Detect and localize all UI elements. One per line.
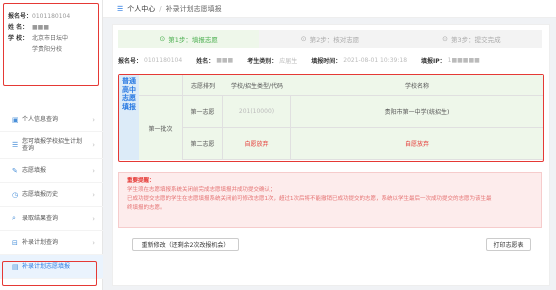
chevron-right-icon: › — [92, 115, 95, 124]
step-3: ⊙ 第3步：提交完成 — [400, 30, 542, 48]
notice-title: 重要提醒： — [127, 178, 155, 184]
step-label: 第2步：核对志愿 — [309, 36, 360, 44]
info-ip-value: 1■■■■■ — [447, 57, 480, 64]
sidebar-item-supplement-plan[interactable]: ⊟ 补录计划查询 › — [0, 231, 103, 255]
chevron-right-icon: › — [92, 141, 95, 149]
row-code: 201(10000) — [223, 96, 291, 127]
chevron-right-icon: › — [92, 214, 95, 223]
info-type-value: 应届生 — [279, 58, 298, 65]
user-card-icon: ▣ — [12, 115, 19, 124]
header-order: 志愿排列 — [190, 82, 215, 90]
name-value: ■■■ — [32, 24, 50, 31]
sidebar-item-label: 您可填报学校招生计划查询 — [22, 138, 83, 152]
sidebar-item-history[interactable]: ◷ 志愿填报历史 › — [0, 183, 103, 207]
application-table: 普通高中志愿填报 第一批次 志愿排列 学校/招生类型/代码 学校名称 第一志愿 … — [118, 74, 544, 162]
sidebar-item-plan-query[interactable]: ☰ 您可填报学校招生计划查询 › — [0, 132, 103, 159]
info-exam-no-value: 0101180104 — [144, 57, 183, 64]
notice-line: 已成功提交志愿的学生在志愿填报系统关闭前可修改志愿1次，超过1次后将不能撤销已成… — [127, 196, 492, 202]
table-row: 第一志愿 201(10000) 贵阳市第一中学(统招生) — [183, 96, 543, 128]
plan-icon: ⊟ — [12, 238, 18, 247]
row-order: 第一志愿 — [183, 96, 223, 127]
sidebar-menu: ▣ 个人信息查询 › ☰ 您可填报学校招生计划查询 › ✎ 志愿填报 › ◷ 志… — [0, 108, 103, 279]
history-icon: ◷ — [12, 190, 19, 199]
name-label: 姓 名： — [8, 24, 29, 31]
list-icon: ☰ — [12, 141, 19, 149]
table-vertical-label: 普通高中志愿填报 — [119, 75, 139, 160]
row-code: 自愿放弃 — [223, 128, 291, 159]
sidebar-item-personal-info[interactable]: ▣ 个人信息查询 › — [0, 108, 103, 132]
sidebar-item-label: 志愿填报 — [22, 167, 47, 174]
table-row: 第二志愿 自愿放弃 自愿放弃 — [183, 128, 543, 160]
info-time-label: 填报时间： — [311, 58, 342, 65]
step-1: ⊙ 第1步：填报志愿 › — [118, 30, 263, 48]
print-form-button[interactable]: 打印志愿表 — [486, 238, 531, 251]
chevron-right-icon: › — [92, 190, 95, 199]
sidebar-item-label: 个人信息查询 — [22, 116, 59, 123]
row-school-name: 自愿放弃 — [404, 141, 429, 148]
breadcrumb-home[interactable]: 个人中心 — [127, 4, 155, 14]
notice-line: 学生须在志愿填报系统关闭前完成志愿填报并成功提交确认； — [127, 187, 276, 193]
header-code: 学校/招生类型/代码 — [230, 82, 284, 90]
info-type-label: 考生类别： — [247, 58, 278, 65]
important-notice: 重要提醒： 学生须在志愿填报系统关闭前完成志愿填报并成功提交确认； 已成功提交志… — [118, 172, 542, 228]
edit-icon: ✎ — [12, 166, 18, 175]
sidebar: 报名号： 0101180104 姓 名： ■■■ 学 校： 北京市日坛中 学贵阳分校 … — [0, 0, 103, 290]
info-name-label: 姓名： — [196, 58, 215, 65]
info-exam-no-label: 报名号： — [118, 58, 143, 65]
info-name-value: ■■■ — [216, 57, 234, 64]
exam-no-label: 报名号： — [8, 13, 33, 20]
sidebar-item-apply[interactable]: ✎ 志愿填报 › — [0, 159, 103, 183]
check-circle-icon: ⊙ — [442, 35, 448, 43]
step-label: 第3步：提交完成 — [450, 36, 501, 44]
check-circle-icon: ⊙ — [300, 35, 307, 43]
info-time-value: 2021-08-01 10:39:18 — [343, 57, 408, 64]
school-label: 学 校： — [8, 35, 29, 42]
info-ip-label: 填报IP： — [421, 58, 446, 65]
batch-cell: 第一批次 — [139, 96, 183, 160]
sidebar-item-label: 录取结果查询 — [22, 215, 59, 222]
active-item-highlight — [2, 261, 97, 286]
notice-line: 终填报的志愿。 — [127, 205, 166, 211]
table-header-blank — [139, 75, 183, 96]
sidebar-item-label: 补录计划查询 — [22, 239, 59, 246]
table-header: 志愿排列 学校/招生类型/代码 学校名称 — [183, 75, 543, 96]
header-school-name: 学校名称 — [404, 82, 429, 90]
row-order: 第二志愿 — [183, 128, 223, 159]
exam-no-value: 0101180104 — [32, 13, 71, 20]
profile-card: 报名号： 0101180104 姓 名： ■■■ 学 校： 北京市日坛中 学贵阳分校 — [3, 3, 99, 86]
chevron-right-icon: › — [92, 166, 95, 175]
sidebar-item-label: 志愿填报历史 — [22, 191, 59, 198]
step-progress: ⊙ 第1步：填报志愿 › ⊙ 第2步：核对志愿 › ⊙ 第3步：提交完成 — [118, 30, 542, 48]
chevron-right-icon: › — [92, 238, 95, 247]
breadcrumb-separator: / — [159, 4, 162, 13]
applicant-info-bar: 报名号： 0101180104 姓名： ■■■ 考生类别： 应届生 填报时间： … — [118, 54, 542, 67]
breadcrumb: ☰ 个人中心 / 补录计划志愿填报 — [103, 0, 556, 18]
step-2: ⊙ 第2步：核对志愿 › — [259, 30, 405, 48]
modify-again-button[interactable]: 重新修改（还剩余2次改报机会） — [132, 238, 239, 251]
check-circle-icon: ⊙ — [159, 35, 166, 43]
school-value-cont: 学贵阳分校 — [32, 46, 63, 53]
sidebar-item-admission-result[interactable]: ⌕ 录取结果查询 › — [0, 207, 103, 231]
school-value: 北京市日坛中 — [32, 35, 69, 42]
breadcrumb-current: 补录计划志愿填报 — [165, 4, 222, 13]
search-icon: ⌕ — [12, 214, 16, 222]
menu-icon: ☰ — [117, 4, 124, 13]
row-school-name: 贵阳市第一中学(统招生) — [384, 109, 450, 116]
step-label: 第1步：填报志愿 — [168, 36, 218, 44]
